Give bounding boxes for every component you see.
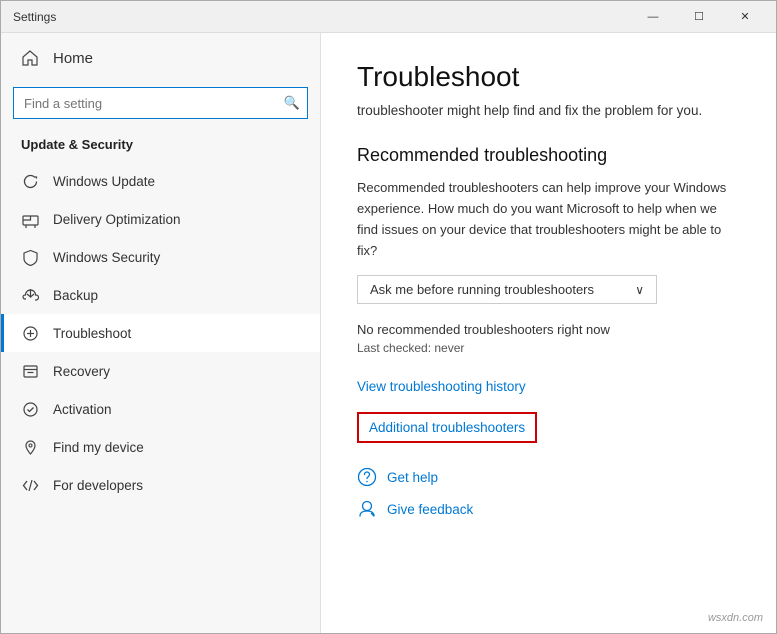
get-help-icon [357, 467, 377, 487]
sidebar-item-backup[interactable]: Backup [1, 276, 320, 314]
get-help-link[interactable]: Get help [387, 470, 438, 485]
get-help-item: Get help [357, 467, 740, 487]
sidebar-item-delivery-optimization[interactable]: Delivery Optimization [1, 200, 320, 238]
recommended-section-title: Recommended troubleshooting [357, 145, 740, 166]
window-title: Settings [13, 10, 56, 24]
sidebar-item-find-my-device[interactable]: Find my device [1, 428, 320, 466]
chevron-down-icon: ∨ [635, 283, 644, 297]
additional-troubleshooters-box: Additional troubleshooters [357, 412, 537, 443]
activation-icon [21, 400, 39, 418]
settings-window: Settings — ☐ ✕ Home 🔍 [0, 0, 777, 634]
give-feedback-item: Give feedback [357, 499, 740, 519]
sidebar-item-activation-label: Activation [53, 402, 112, 417]
developers-icon [21, 476, 39, 494]
page-title: Troubleshoot [357, 61, 740, 93]
additional-troubleshooters-link[interactable]: Additional troubleshooters [369, 420, 525, 435]
sidebar-item-find-my-device-label: Find my device [53, 440, 144, 455]
sidebar-item-windows-update-label: Windows Update [53, 174, 155, 189]
window-controls: — ☐ ✕ [630, 1, 768, 33]
sidebar-item-delivery-optimization-label: Delivery Optimization [53, 212, 181, 227]
minimize-button[interactable]: — [630, 1, 676, 33]
main-panel: Troubleshoot troubleshooter might help f… [321, 33, 776, 633]
sidebar: Home 🔍 Update & Security Windows Update [1, 33, 321, 633]
recommended-section-description: Recommended troubleshooters can help imp… [357, 178, 740, 261]
sidebar-section-title: Update & Security [1, 131, 320, 162]
sidebar-item-home[interactable]: Home [1, 33, 320, 83]
sidebar-item-for-developers-label: For developers [53, 478, 143, 493]
view-history-link[interactable]: View troubleshooting history [357, 379, 740, 394]
close-button[interactable]: ✕ [722, 1, 768, 33]
sidebar-item-windows-security[interactable]: Windows Security [1, 238, 320, 276]
sidebar-item-backup-label: Backup [53, 288, 98, 303]
give-feedback-link[interactable]: Give feedback [387, 502, 473, 517]
refresh-icon [21, 172, 39, 190]
last-checked-text: Last checked: never [357, 341, 740, 355]
search-input[interactable] [13, 87, 308, 119]
sidebar-item-troubleshoot-label: Troubleshoot [53, 326, 131, 341]
watermark: wsxdn.com [708, 612, 763, 624]
troubleshooter-dropdown[interactable]: Ask me before running troubleshooters ∨ [357, 275, 657, 304]
backup-icon [21, 286, 39, 304]
maximize-button[interactable]: ☐ [676, 1, 722, 33]
sidebar-home-label: Home [53, 50, 93, 67]
search-icon: 🔍 [284, 95, 300, 111]
shield-icon [21, 248, 39, 266]
find-icon [21, 438, 39, 456]
recovery-icon [21, 362, 39, 380]
sidebar-item-recovery-label: Recovery [53, 364, 110, 379]
main-content: Home 🔍 Update & Security Windows Update [1, 33, 776, 633]
sidebar-item-for-developers[interactable]: For developers [1, 466, 320, 504]
titlebar: Settings — ☐ ✕ [1, 1, 776, 33]
sidebar-search-container: 🔍 [13, 87, 308, 119]
sidebar-item-windows-security-label: Windows Security [53, 250, 160, 265]
sidebar-item-recovery[interactable]: Recovery [1, 352, 320, 390]
sidebar-item-troubleshoot[interactable]: Troubleshoot [1, 314, 320, 352]
no-troubleshooters-text: No recommended troubleshooters right now [357, 322, 740, 337]
page-subtitle: troubleshooter might help find and fix t… [357, 101, 740, 121]
delivery-icon [21, 210, 39, 228]
troubleshoot-icon [21, 324, 39, 342]
sidebar-item-windows-update[interactable]: Windows Update [1, 162, 320, 200]
dropdown-label: Ask me before running troubleshooters [370, 282, 594, 297]
home-icon [21, 49, 39, 67]
feedback-icon [357, 499, 377, 519]
sidebar-item-activation[interactable]: Activation [1, 390, 320, 428]
